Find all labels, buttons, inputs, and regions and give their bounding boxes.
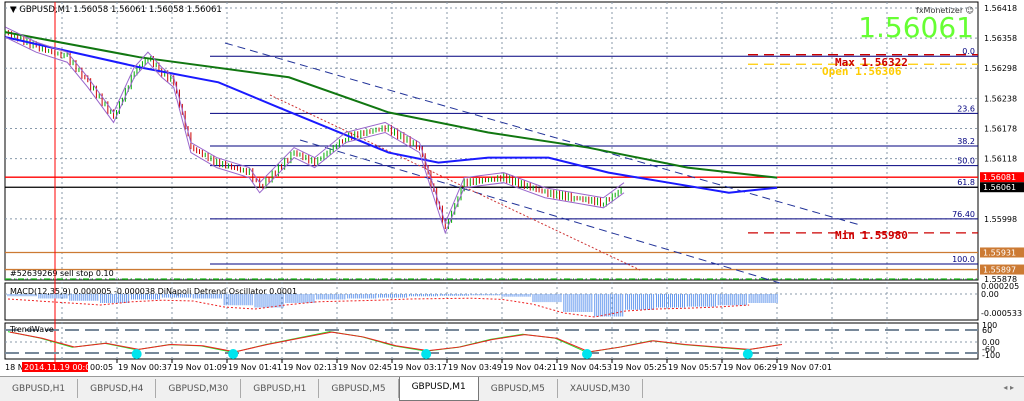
chart-window[interactable]: 1.56418 1.56358 1.56298 1.56238 1.56178 1.561…	[0, 0, 1024, 376]
tw-signal-dot	[421, 349, 432, 359]
price-axis-label: 1.56118	[984, 155, 1017, 164]
fib-level-label: 76.40	[952, 210, 975, 219]
price-axis-label: 1.56358	[984, 34, 1017, 43]
tw-axis-label: -100	[982, 351, 1000, 360]
chart-tab[interactable]: GBPUSD,M1	[398, 377, 479, 401]
price-axis-label: 1.56178	[984, 124, 1017, 133]
time-axis-label: 19 Nov 05:57	[668, 363, 722, 372]
chart-tab[interactable]: GBPUSD,H1	[241, 379, 320, 398]
chart-header: ▼ GBPUSD,M1 1.56058 1.56061 1.56058 1.56…	[10, 5, 222, 15]
price-axis-label: 1.56418	[984, 4, 1017, 13]
macd-label: MACD(12,35,9) 0.000005 -0.000038 DiNapol…	[10, 287, 297, 296]
time-axis-label: 19 Nov 01:41	[228, 363, 282, 372]
time-axis-label: 19 Nov 02:45	[338, 363, 392, 372]
fib-level-label: 38.2	[957, 137, 975, 146]
sell-stop-price-tag: 1.55897	[983, 266, 1016, 275]
price-axis-label: 1.56238	[984, 94, 1017, 103]
chart-tab[interactable]: GBPUSD,H1	[0, 379, 79, 398]
big-price: 1.56061	[858, 11, 974, 44]
time-axis-label: 19 Nov 03:17	[393, 363, 447, 372]
tab-scroll-arrows-icon[interactable]: ◂ ▸	[1003, 383, 1014, 392]
time-axis-label: 19 Nov 05:25	[613, 363, 667, 372]
time-axis-label: 19 Nov 00:37	[118, 363, 172, 372]
fib-level-label: 23.6	[957, 104, 975, 113]
time-axis-label: 19 Nov 04:21	[503, 363, 557, 372]
trendwave-label: TrendWave	[9, 325, 54, 334]
time-axis-start: 18 N	[5, 363, 24, 372]
ohlc-values: 1.56058 1.56061 1.56058 1.56061	[73, 5, 222, 15]
tw-signal-dot	[582, 349, 592, 359]
cursor-time-label: 2014.11.19 00:01	[24, 363, 95, 372]
tw-axis-label: 60	[982, 326, 992, 335]
chart-tabs: GBPUSD,H1 GBPUSD,H4 GBPUSD,M30 GBPUSD,H1 GBP…	[0, 376, 1024, 401]
order-label: #52639269 sell stop 0.10	[10, 269, 114, 278]
orange-price-tag: 1.55931	[983, 248, 1016, 257]
chart-tab[interactable]: GBPUSD,M5	[319, 379, 399, 398]
macd-axis-bottom: -0.000533	[981, 309, 1022, 318]
time-axis-label: 19 Nov 06:29	[723, 363, 777, 372]
price-axis-label: 1.55998	[984, 215, 1017, 224]
chart-tab[interactable]: XAUUSD,M30	[558, 379, 644, 398]
time-axis-label: 19 Nov 04:53	[558, 363, 612, 372]
fxmonetizer-widget: fxMonetizer ☺ 1.56061	[858, 6, 974, 44]
dropdown-arrow-icon[interactable]: ▼	[10, 5, 17, 15]
tw-signal-dot	[742, 349, 753, 359]
price-axis-label: 1.56298	[984, 64, 1017, 73]
time-axis-label: 19 Nov 07:01	[778, 363, 832, 372]
fib-level-label: 50.0	[957, 157, 975, 166]
time-axis-label: 00:05	[90, 363, 113, 372]
red-price-tag: 1.56081	[983, 173, 1016, 182]
macd-axis-zero: 0.00	[981, 290, 999, 299]
current-price-tag: 1.56061	[983, 183, 1016, 192]
tw-signal-dot	[131, 349, 142, 359]
min-label: Min 1.55980	[835, 229, 908, 242]
chart-tab[interactable]: GBPUSD,M30	[156, 379, 242, 398]
time-axis-label: 19 Nov 03:49	[448, 363, 502, 372]
chart-tab[interactable]: GBPUSD,H4	[78, 379, 157, 398]
time-axis-label: 19 Nov 02:13	[283, 363, 337, 372]
tw-signal-dot	[228, 349, 239, 359]
symbol-label: GBPUSD,M1	[19, 5, 71, 15]
fib-level-label: 100.0	[952, 255, 975, 264]
chart-canvas[interactable]: 1.56418 1.56358 1.56298 1.56238 1.56178 1.561…	[0, 0, 1024, 376]
fib-level-label: 61.8	[957, 178, 975, 187]
open-label: Open 1.56306	[822, 65, 902, 78]
chart-tab[interactable]: GBPUSD,M5	[479, 379, 558, 398]
time-axis-label: 19 Nov 01:09	[173, 363, 227, 372]
